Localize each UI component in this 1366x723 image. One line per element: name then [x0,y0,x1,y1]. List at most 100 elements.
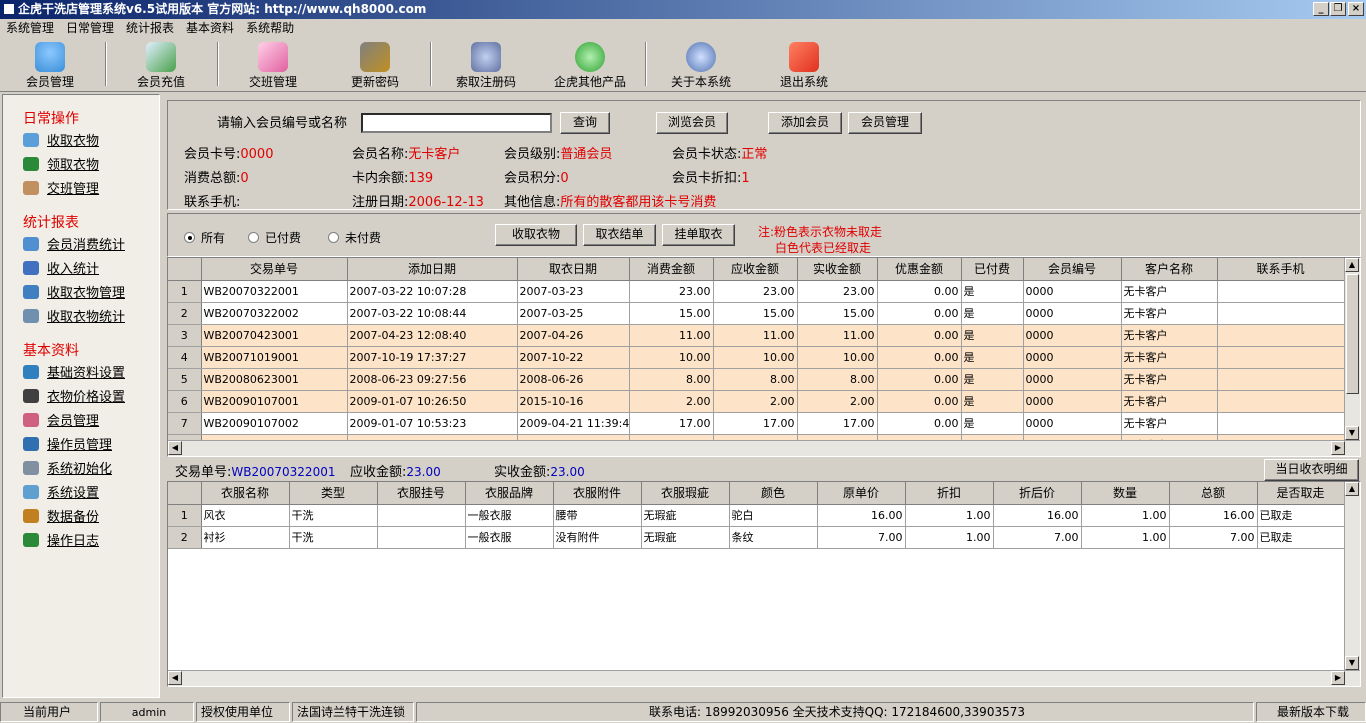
radio-paid[interactable]: 已付费 [248,229,301,246]
table-cell[interactable]: 无卡客户 [1121,368,1218,391]
table-cell[interactable] [377,504,466,527]
table-cell[interactable]: 2015-10-16 [517,390,630,413]
row-number[interactable]: 2 [168,526,202,549]
add-member-button[interactable]: 添加会员 [768,112,842,134]
table-cell[interactable]: 2007-10-19 17:37:27 [347,346,518,369]
browse-members-button[interactable]: 浏览会员 [656,112,728,134]
member-manage-button[interactable]: 会员管理 [848,112,922,134]
sidebar-item-shift[interactable]: 交班管理 [23,180,99,200]
table-cell[interactable]: 0.00 [877,280,962,303]
table-cell[interactable]: 无瑕疵 [641,504,730,527]
table-cell[interactable]: 11.00 [713,324,798,347]
toolbar-register-button[interactable]: 索取注册码 [436,40,536,90]
table-cell[interactable]: 无卡客户 [1121,280,1218,303]
daily-detail-button[interactable]: 当日收衣明细 [1264,459,1359,481]
column-header[interactable]: 应收金额 [713,258,798,281]
order-row[interactable]: 7 WB20090107002 2009-01-07 10:53:23 2009-04… [168,412,1345,435]
item-row[interactable]: 2 衬衫 干洗 一般衣服 没有附件 无瑕疵 条纹 7.00 1.00 7.00 1.00 7.00 已取… [168,526,1346,549]
scroll-right-icon[interactable]: ▶ [1331,441,1345,455]
table-cell[interactable]: 已取走 [1257,526,1345,549]
scroll-down-icon[interactable]: ▼ [1345,426,1359,440]
sidebar-item-member-stats[interactable]: 会员消费统计 [23,236,125,256]
column-header[interactable]: 优惠金额 [877,258,962,281]
table-cell[interactable]: 0000 [1023,368,1122,391]
column-header[interactable]: 交易单号 [201,258,348,281]
table-cell[interactable]: 17.00 [797,412,878,435]
table-cell[interactable]: 0.00 [877,346,962,369]
table-cell[interactable]: WB20070322002 [201,302,348,325]
column-header[interactable]: 客户名称 [1121,258,1218,281]
table-cell[interactable]: 7.00 [1169,526,1258,549]
table-cell[interactable]: 无卡客户 [1121,390,1218,413]
row-number[interactable]: 4 [168,346,202,369]
table-cell[interactable]: 17.00 [713,412,798,435]
table-cell[interactable]: 2009-01-07 10:26:50 [347,390,518,413]
table-cell[interactable]: 干洗 [289,526,378,549]
table-cell[interactable]: 无卡客户 [1121,412,1218,435]
column-header[interactable]: 衣服瑕疵 [641,482,730,505]
menu-reports[interactable]: 统计报表 [126,21,174,35]
table-cell[interactable]: WB20070322001 [201,280,348,303]
table-cell[interactable]: WB20080623001 [201,368,348,391]
table-cell[interactable]: 已取走 [1257,504,1345,527]
order-row[interactable]: 2 WB20070322002 2007-03-22 10:08:44 2007-03… [168,302,1345,325]
table-cell[interactable]: 0000 [1023,412,1122,435]
toolbar-about-button[interactable]: 关于本系统 [651,40,751,90]
minimize-button[interactable]: _ [1313,2,1329,16]
column-header[interactable]: 消费金额 [629,258,714,281]
table-cell[interactable]: 是 [961,368,1024,391]
restore-button[interactable]: ❐ [1330,2,1346,16]
table-cell[interactable]: 驼白 [729,504,818,527]
table-cell[interactable]: 23.00 [713,280,798,303]
table-cell[interactable]: 2007-04-26 [517,324,630,347]
sidebar-item-log[interactable]: 操作日志 [23,532,99,552]
sidebar-item-backup[interactable]: 数据备份 [23,508,99,528]
table-cell[interactable]: 0000 [1023,302,1122,325]
column-header[interactable]: 已付费 [961,258,1024,281]
order-row[interactable]: 3 WB20070423001 2007-04-23 12:08:40 2007-04… [168,324,1345,347]
table-cell[interactable]: 1.00 [1081,526,1170,549]
table-cell[interactable]: 10.00 [629,346,714,369]
column-header[interactable]: 取衣日期 [517,258,630,281]
column-header[interactable]: 添加日期 [347,258,518,281]
table-cell[interactable]: 11.00 [629,324,714,347]
settle-order-button[interactable]: 取衣结单 [583,224,656,246]
table-cell[interactable]: 16.00 [993,504,1082,527]
table-cell[interactable]: 没有附件 [553,526,642,549]
table-cell[interactable]: 15.00 [629,302,714,325]
order-row[interactable]: 6 WB20090107001 2009-01-07 10:26:50 2015-10… [168,390,1345,413]
column-header[interactable]: 数量 [1081,482,1170,505]
menu-help[interactable]: 系统帮助 [246,21,294,35]
orders-horizontal-scrollbar[interactable]: ◀ ▶ [168,440,1360,456]
table-cell[interactable]: 0.00 [877,302,962,325]
row-number[interactable]: 1 [168,280,202,303]
column-header[interactable]: 折后价 [993,482,1082,505]
sidebar-item-basic-settings[interactable]: 基础资料设置 [23,364,125,384]
query-button[interactable]: 查询 [560,112,610,134]
table-cell[interactable] [1217,280,1345,303]
scroll-left-icon[interactable]: ◀ [168,671,182,685]
table-cell[interactable]: 2007-03-25 [517,302,630,325]
table-cell[interactable]: 条纹 [729,526,818,549]
order-row[interactable]: 4 WB20071019001 2007-10-19 17:37:27 2007-10… [168,346,1345,369]
table-cell[interactable]: 8.00 [629,368,714,391]
column-header[interactable]: 衣服附件 [553,482,642,505]
table-cell[interactable]: 2007-04-23 12:08:40 [347,324,518,347]
toolbar-member-button[interactable]: 会员管理 [0,40,100,90]
radio-unpaid[interactable]: 未付费 [328,229,381,246]
table-cell[interactable]: 是 [961,390,1024,413]
column-header[interactable]: 是否取走 [1257,482,1345,505]
column-header[interactable]: 衣服挂号 [377,482,466,505]
items-vertical-scrollbar[interactable]: ▲ ▼ [1344,482,1360,670]
sidebar-item-system-init[interactable]: 系统初始化 [23,460,112,480]
table-cell[interactable]: 0.00 [877,324,962,347]
items-horizontal-scrollbar[interactable]: ◀ ▶ [168,670,1360,686]
table-cell[interactable]: 2009-01-07 10:53:23 [347,412,518,435]
menu-daily[interactable]: 日常管理 [66,21,114,35]
table-cell[interactable]: 0.00 [877,368,962,391]
table-cell[interactable]: 2.00 [797,390,878,413]
table-cell[interactable]: 7.00 [817,526,906,549]
sidebar-item-clothes-manage[interactable]: 收取衣物管理 [23,284,125,304]
table-cell[interactable]: 0.00 [877,390,962,413]
scroll-up-icon[interactable]: ▲ [1345,482,1359,496]
